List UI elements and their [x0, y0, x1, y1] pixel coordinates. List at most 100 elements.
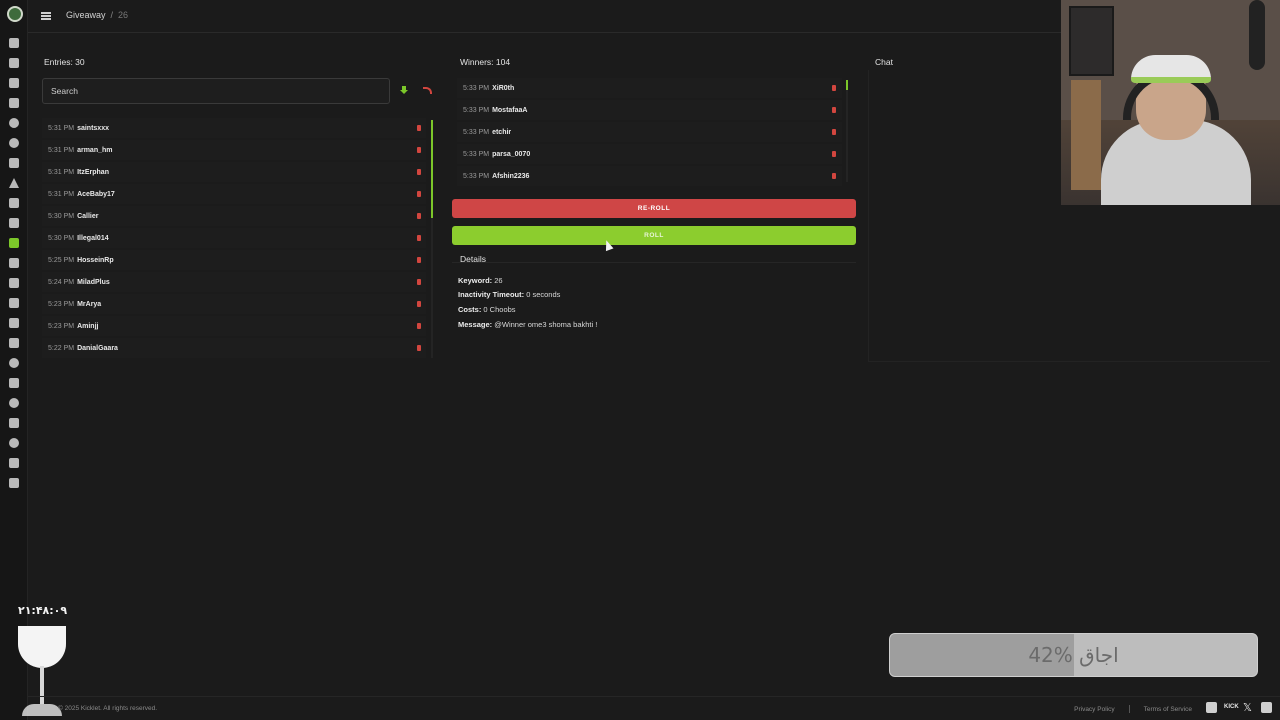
list-item[interactable]: 5:24 PM MiladPlus: [42, 272, 426, 292]
list-item-name: MrArya: [77, 300, 102, 308]
list-item[interactable]: 5:33 PM parsa_0070: [457, 144, 842, 164]
delete-icon[interactable]: [417, 169, 421, 175]
list-item[interactable]: 5:30 PM Callier: [42, 206, 426, 226]
list-item[interactable]: 5:23 PM Aminjj: [42, 316, 426, 336]
webcam-tv: [1069, 6, 1114, 76]
winners-scrollbar[interactable]: [846, 80, 848, 90]
chat-title: Chat: [875, 57, 893, 67]
film-icon[interactable]: [9, 378, 19, 388]
list-item-name: Illegal014: [77, 234, 109, 242]
star-icon[interactable]: [9, 218, 19, 228]
list-item[interactable]: 5:23 PM MrArya: [42, 294, 426, 314]
x-icon[interactable]: 𝕏: [1243, 702, 1254, 713]
reroll-button[interactable]: RE-ROLL: [452, 199, 856, 218]
list-item[interactable]: 5:31 PM ItzErphan: [42, 162, 426, 182]
delete-icon[interactable]: [417, 279, 421, 285]
detail-inactivity-timeout: Inactivity Timeout: 0 seconds: [458, 290, 561, 299]
logo-icon[interactable]: [7, 6, 23, 22]
monitor-icon[interactable]: [9, 418, 19, 428]
list-item[interactable]: 5:33 PM MostafaaA: [457, 100, 842, 120]
shield-icon[interactable]: [9, 158, 19, 168]
cart-icon[interactable]: [9, 258, 19, 268]
copyright-text: © 2025 Kicklet. All rights reserved.: [58, 705, 158, 712]
roll-button[interactable]: ROLL: [452, 226, 856, 245]
progress-label: 42% اجاق: [1028, 643, 1119, 667]
list-item[interactable]: 5:25 PM HosseinRp: [42, 250, 426, 270]
list-item-name: arman_hm: [77, 146, 113, 154]
clock-icon[interactable]: [9, 138, 19, 148]
breadcrumb-separator: /: [110, 10, 114, 20]
list-item[interactable]: 5:31 PM AceBaby17: [42, 184, 426, 204]
list-item[interactable]: 5:33 PM etchir: [457, 122, 842, 142]
list-item[interactable]: 5:33 PM XiR0th: [457, 78, 842, 98]
list-item-time: 5:33 PM: [463, 84, 490, 92]
terms-of-service-link[interactable]: Terms of Service: [1144, 706, 1192, 713]
warning-icon[interactable]: [9, 178, 19, 188]
list-item-name: MiladPlus: [77, 278, 110, 286]
chat-icon[interactable]: [9, 118, 19, 128]
comment-icon[interactable]: [9, 398, 19, 408]
list-item[interactable]: 5:30 PM Illegal014: [42, 228, 426, 248]
video-icon[interactable]: [9, 318, 19, 328]
pencil-icon[interactable]: [9, 78, 19, 88]
entries-scrollbar[interactable]: [431, 120, 433, 218]
webcam-overlay: [1061, 0, 1280, 205]
list-item-time: 5:31 PM: [48, 146, 75, 154]
search-input[interactable]: [42, 78, 390, 104]
delete-icon[interactable]: [832, 107, 836, 113]
breadcrumb: Giveaway / 26: [66, 10, 128, 20]
docs-icon[interactable]: [1261, 702, 1272, 713]
list-item-name: XiR0th: [492, 84, 515, 92]
delete-icon[interactable]: [417, 147, 421, 153]
download-icon[interactable]: [400, 86, 408, 95]
delete-icon[interactable]: [417, 257, 421, 263]
menu-icon[interactable]: [41, 12, 51, 20]
delete-icon[interactable]: [832, 129, 836, 135]
delete-icon[interactable]: [417, 191, 421, 197]
chart-icon[interactable]: [9, 298, 19, 308]
list-item-name: Callier: [77, 212, 99, 220]
hourglass-top: [18, 626, 66, 668]
list-item-time: 5:25 PM: [48, 256, 75, 264]
list-icon[interactable]: [9, 478, 19, 488]
breadcrumb-section[interactable]: Giveaway: [66, 10, 106, 20]
social-links: KICK 𝕏: [1206, 702, 1272, 713]
search-icon[interactable]: [9, 438, 19, 448]
gift-icon[interactable]: [9, 238, 19, 248]
delete-icon[interactable]: [417, 301, 421, 307]
list-item[interactable]: 5:31 PM arman_hm: [42, 140, 426, 160]
undo-icon[interactable]: [423, 87, 432, 94]
discord-icon[interactable]: [9, 458, 19, 468]
detail-costs: Costs: 0 Choobs: [458, 305, 516, 314]
wrench-icon[interactable]: [9, 98, 19, 108]
winners-scroll-track[interactable]: [846, 80, 848, 182]
delete-icon[interactable]: [417, 213, 421, 219]
webcam-shelf: [1071, 80, 1101, 190]
list-item-name: etchir: [492, 128, 512, 136]
list-item-time: 5:33 PM: [463, 128, 490, 136]
privacy-policy-link[interactable]: Privacy Policy: [1074, 706, 1114, 713]
list-item-name: DanialGaara: [77, 344, 118, 352]
delete-icon[interactable]: [417, 235, 421, 241]
document-icon[interactable]: [9, 58, 19, 68]
delete-icon[interactable]: [832, 173, 836, 179]
delete-icon[interactable]: [417, 125, 421, 131]
emoji-icon[interactable]: [9, 358, 19, 368]
entries-title: Entries: 30: [44, 57, 85, 67]
list-item-time: 5:23 PM: [48, 322, 75, 330]
list-item[interactable]: 5:33 PM Afshin2236: [457, 166, 842, 186]
list-item[interactable]: 5:31 PM saintsxxx: [42, 118, 426, 138]
list-item-time: 5:33 PM: [463, 172, 490, 180]
kick-icon[interactable]: KICK: [1224, 702, 1239, 713]
delete-icon[interactable]: [417, 323, 421, 329]
delete-icon[interactable]: [832, 151, 836, 157]
progress-widget: 42% اجاق: [889, 633, 1258, 677]
clipboard-icon[interactable]: [9, 338, 19, 348]
discord-icon[interactable]: [1206, 702, 1217, 713]
dashboard-icon[interactable]: [9, 38, 19, 48]
music-icon[interactable]: [9, 198, 19, 208]
link-icon[interactable]: [9, 278, 19, 288]
delete-icon[interactable]: [832, 85, 836, 91]
list-item[interactable]: 5:22 PM DanialGaara: [42, 338, 426, 358]
delete-icon[interactable]: [417, 345, 421, 351]
